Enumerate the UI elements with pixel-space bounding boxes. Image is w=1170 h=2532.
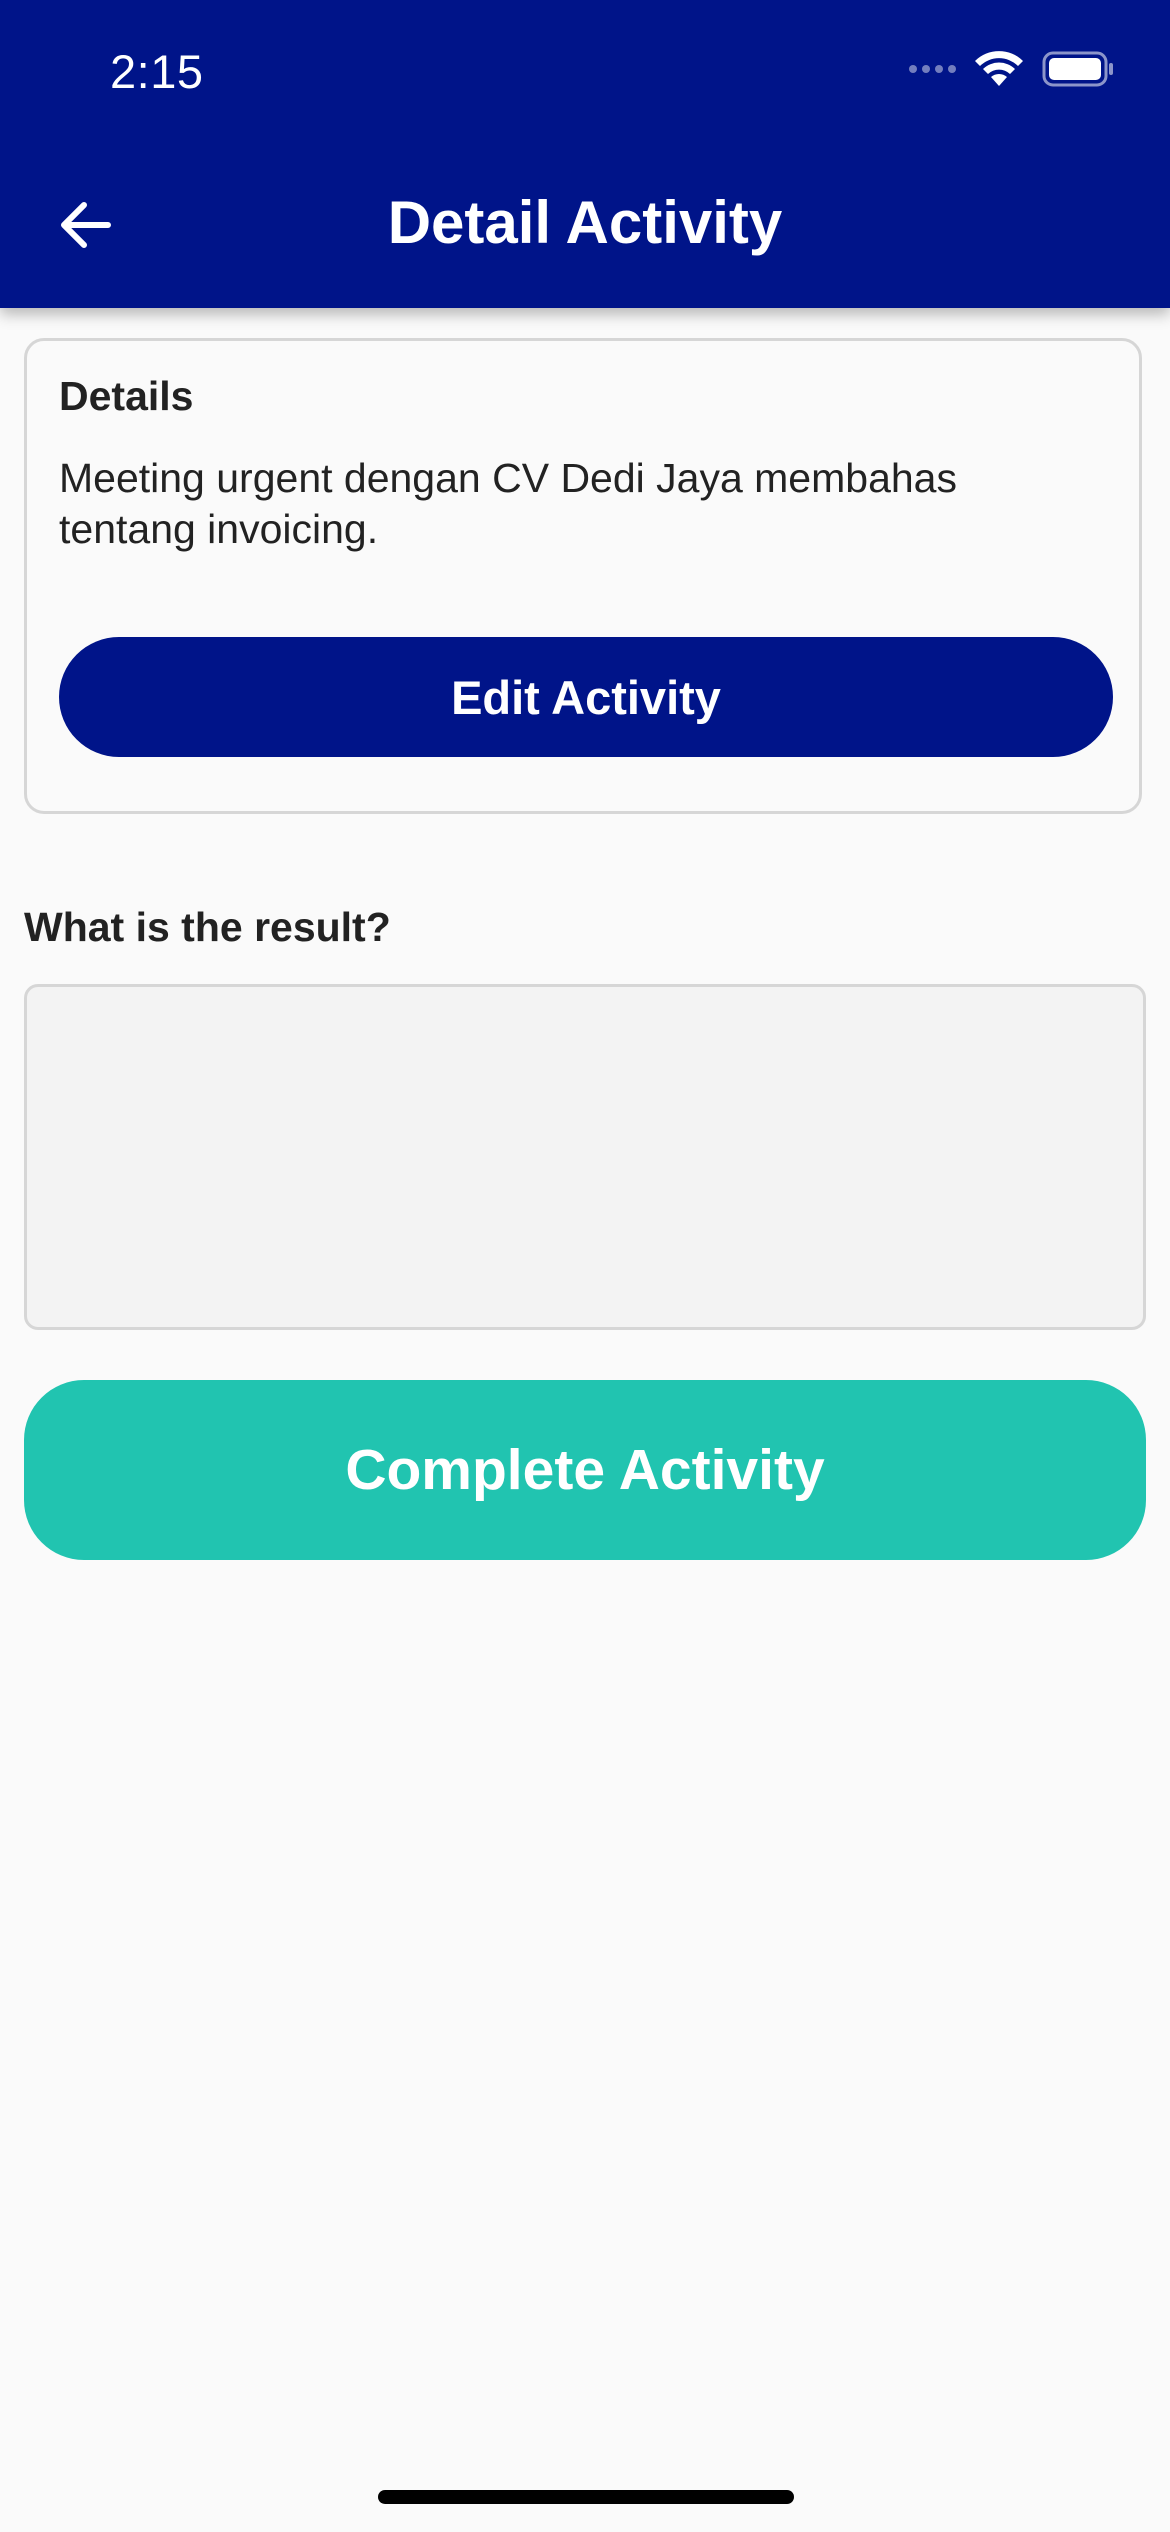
- result-label: What is the result?: [24, 904, 391, 950]
- app-bar: 2:15 Detail Activity: [0, 0, 1170, 308]
- home-indicator: [378, 2490, 794, 2504]
- battery-icon: [1042, 51, 1113, 87]
- activity-description: Meeting urgent dengan CV Dedi Jaya memba…: [59, 455, 957, 552]
- status-time: 2:15: [110, 45, 204, 98]
- complete-activity-button[interactable]: Complete Activity: [24, 1380, 1146, 1560]
- status-icons: [909, 50, 1116, 88]
- details-heading: Details: [59, 373, 194, 419]
- page-title: Detail Activity: [387, 189, 783, 256]
- result-input[interactable]: [24, 984, 1146, 1330]
- wifi-icon: [975, 51, 1023, 86]
- cellular-signal-icon: [909, 65, 956, 73]
- edit-activity-button[interactable]: Edit Activity: [59, 637, 1113, 757]
- details-card: Details Meeting urgent dengan CV Dedi Ja…: [24, 338, 1142, 814]
